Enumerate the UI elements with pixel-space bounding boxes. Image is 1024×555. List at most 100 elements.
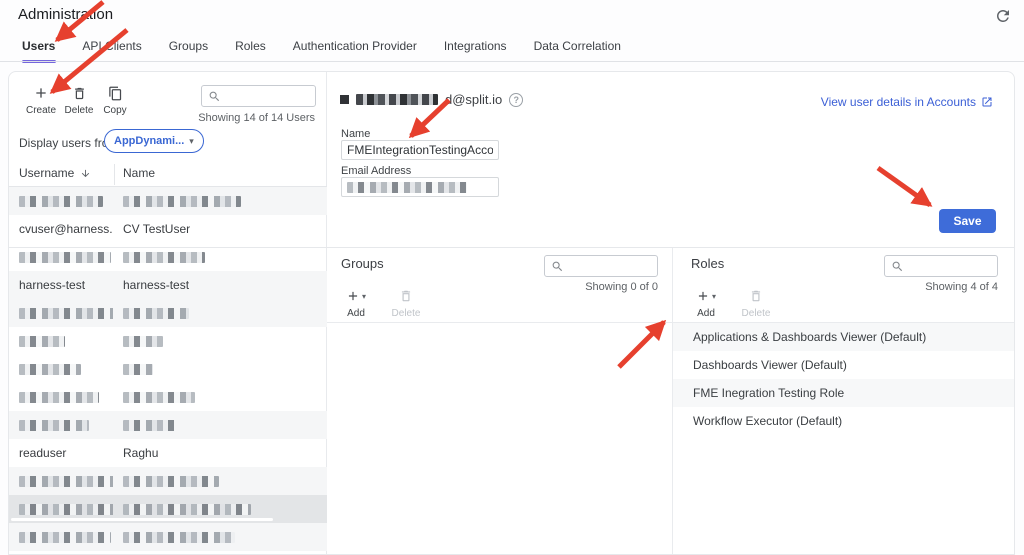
tab-users[interactable]: Users xyxy=(22,38,55,62)
username-cell xyxy=(9,334,113,348)
help-icon[interactable]: ? xyxy=(509,93,523,107)
tab-roles[interactable]: Roles xyxy=(235,38,266,62)
table-row[interactable] xyxy=(9,383,327,411)
roles-add-label: Add xyxy=(689,308,723,319)
table-row[interactable]: cvuser@harness.ioCV TestUser xyxy=(9,215,327,243)
trash-icon xyxy=(739,288,773,304)
name-cell xyxy=(113,306,327,320)
email-address-input[interactable] xyxy=(341,177,499,197)
roles-add-button[interactable]: ▾ Add xyxy=(689,288,723,319)
redacted-username xyxy=(19,392,99,403)
users-search xyxy=(201,85,316,107)
accounts-link-label: View user details in Accounts xyxy=(821,95,976,109)
roles-title: Roles xyxy=(691,256,724,271)
tab-api-clients[interactable]: API Clients xyxy=(82,38,141,62)
role-list: Applications & Dashboards Viewer (Defaul… xyxy=(673,323,1014,435)
groups-search-input[interactable] xyxy=(568,259,651,273)
column-divider xyxy=(114,164,115,185)
redacted-name xyxy=(123,532,235,543)
table-row[interactable] xyxy=(9,187,327,215)
users-search-input[interactable] xyxy=(225,89,309,103)
chevron-down-icon: ▾ xyxy=(189,136,194,147)
tab-groups[interactable]: Groups xyxy=(169,38,208,62)
trash-icon xyxy=(61,84,97,102)
tab-data-correlation[interactable]: Data Correlation xyxy=(534,38,621,62)
view-user-details-link[interactable]: View user details in Accounts xyxy=(821,95,993,109)
role-list-item[interactable]: FME Inegration Testing Role xyxy=(673,379,1014,407)
table-row[interactable] xyxy=(9,523,327,551)
username-cell: harness-test xyxy=(9,278,113,292)
name-column-header[interactable]: Name xyxy=(123,166,155,180)
username-header-label: Username xyxy=(19,166,74,180)
redacted-username xyxy=(19,364,81,375)
name-cell xyxy=(113,530,327,544)
search-icon xyxy=(208,90,221,103)
save-button[interactable]: Save xyxy=(939,209,996,233)
redacted-name xyxy=(123,308,189,319)
tabs-divider xyxy=(0,61,1024,62)
chevron-down-icon: ▾ xyxy=(712,292,716,301)
groups-delete-button[interactable]: Delete xyxy=(389,288,423,319)
username-cell xyxy=(9,418,113,432)
redacted-name xyxy=(123,196,241,207)
redacted-name xyxy=(123,336,163,347)
redacted-username xyxy=(19,252,111,263)
copy-user-button[interactable]: Copy xyxy=(97,84,133,116)
roles-actions: ▾ Add Delete xyxy=(689,288,773,319)
username-cell xyxy=(9,502,113,516)
redacted-name xyxy=(123,364,153,375)
detail-divider xyxy=(9,247,1014,248)
avatar xyxy=(340,95,349,104)
redacted-username xyxy=(19,504,113,515)
groups-search xyxy=(544,255,658,277)
scope-dropdown-value: AppDynami... xyxy=(114,135,184,147)
chevron-down-icon: ▾ xyxy=(362,292,366,301)
table-row[interactable]: readuserRaghu xyxy=(9,439,327,467)
username-cell: cvuser@harness.io xyxy=(9,222,113,236)
table-row[interactable] xyxy=(9,299,327,327)
page-title: Administration xyxy=(18,6,113,23)
user-detail-header: d@split.io ? xyxy=(340,92,523,107)
username-column-header[interactable]: Username xyxy=(19,166,91,180)
role-list-item[interactable]: Dashboards Viewer (Default) xyxy=(673,351,1014,379)
table-row[interactable]: harness-testharness-test xyxy=(9,271,327,299)
redacted-name xyxy=(123,252,205,263)
role-list-item[interactable]: Applications & Dashboards Viewer (Defaul… xyxy=(673,323,1014,351)
redacted-email-value xyxy=(347,182,467,193)
plus-icon xyxy=(23,84,59,102)
name-cell xyxy=(113,250,327,264)
copy-icon xyxy=(97,84,133,102)
name-field-label: Name xyxy=(341,128,370,140)
horizontal-scrollbar-thumb[interactable] xyxy=(11,518,273,521)
table-row[interactable] xyxy=(9,467,327,495)
name-input[interactable] xyxy=(341,140,499,160)
redacted-username xyxy=(19,308,113,319)
name-cell xyxy=(113,474,327,488)
groups-actions: ▾ Add Delete xyxy=(339,288,423,319)
external-link-icon xyxy=(981,96,993,108)
groups-divider xyxy=(327,322,672,323)
redacted-email-prefix xyxy=(356,94,438,105)
groups-add-button[interactable]: ▾ Add xyxy=(339,288,373,319)
user-scope-dropdown[interactable]: AppDynami... ▾ xyxy=(104,129,204,153)
roles-delete-button[interactable]: Delete xyxy=(739,288,773,319)
create-user-button[interactable]: Create xyxy=(23,84,59,116)
table-row[interactable] xyxy=(9,495,327,523)
tab-authentication-provider[interactable]: Authentication Provider xyxy=(293,38,417,62)
roles-search xyxy=(884,255,998,277)
table-row[interactable] xyxy=(9,327,327,355)
refresh-icon[interactable] xyxy=(994,7,1014,27)
name-cell xyxy=(113,362,327,376)
username-cell xyxy=(9,306,113,320)
redacted-username xyxy=(19,532,111,543)
delete-user-button[interactable]: Delete xyxy=(61,84,97,116)
user-table-body: cvuser@harness.ioCV TestUser harness-test… xyxy=(9,187,327,551)
table-row[interactable] xyxy=(9,355,327,383)
name-cell: harness-test xyxy=(113,278,327,292)
username-cell xyxy=(9,362,113,376)
roles-search-input[interactable] xyxy=(908,259,991,273)
groups-add-label: Add xyxy=(339,308,373,319)
tab-integrations[interactable]: Integrations xyxy=(444,38,507,62)
table-row[interactable] xyxy=(9,411,327,439)
role-list-item[interactable]: Workflow Executor (Default) xyxy=(673,407,1014,435)
